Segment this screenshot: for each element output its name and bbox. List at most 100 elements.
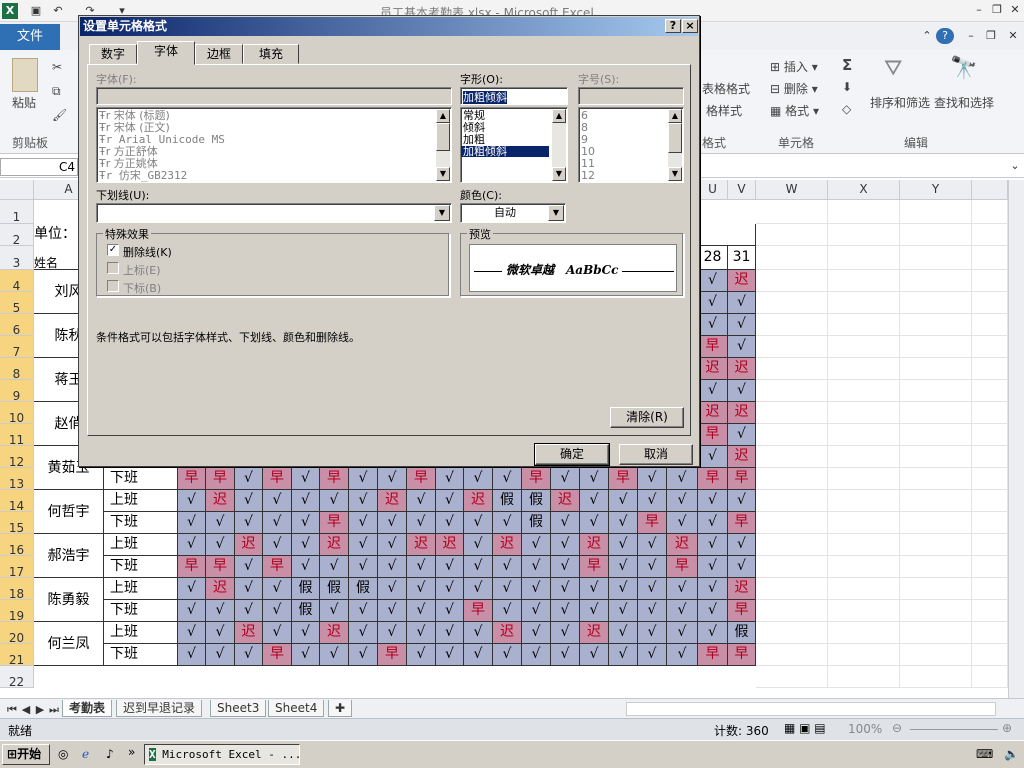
row-header[interactable]: 11 xyxy=(0,424,34,447)
font-item[interactable]: Ŧr Arial Unicode MS xyxy=(99,134,225,145)
empty-cell[interactable] xyxy=(756,424,828,446)
font-item[interactable]: Ŧr 宋体 (正文) xyxy=(99,122,170,133)
attendance-cell[interactable]: √ xyxy=(464,578,493,600)
sheet-tab-sheet3[interactable]: Sheet3 xyxy=(210,700,267,717)
attendance-cell[interactable]: √ xyxy=(551,556,580,578)
save-icon[interactable]: ▣ xyxy=(28,3,44,19)
row-header[interactable]: 17 xyxy=(0,556,34,579)
attendance-cell[interactable]: √ xyxy=(698,600,728,622)
attendance-cell[interactable]: √ xyxy=(349,468,378,490)
paste-icon[interactable] xyxy=(12,58,38,92)
attendance-cell[interactable]: √ xyxy=(580,468,609,490)
row-header[interactable]: 14 xyxy=(0,490,34,513)
attendance-cell[interactable]: 迟 xyxy=(206,490,235,512)
empty-cell[interactable] xyxy=(900,336,972,358)
empty-cell[interactable] xyxy=(828,380,900,402)
attendance-cell[interactable]: √ xyxy=(206,600,235,622)
cancel-button[interactable]: 取消 xyxy=(619,444,693,465)
attendance-cell[interactable]: √ xyxy=(728,490,756,512)
attendance-cell[interactable]: √ xyxy=(609,600,638,622)
empty-cell[interactable] xyxy=(756,644,828,666)
empty-cell[interactable] xyxy=(900,314,972,336)
attendance-cell[interactable]: 迟 xyxy=(667,534,698,556)
expand-formula-icon[interactable]: ⌄ xyxy=(1006,158,1024,174)
ok-button[interactable]: 确定 xyxy=(534,443,610,466)
empty-cell[interactable] xyxy=(972,644,1008,666)
attendance-cell[interactable]: 迟 xyxy=(378,490,407,512)
attendance-cell[interactable]: √ xyxy=(436,490,464,512)
employee-name[interactable]: 何哲宇 xyxy=(34,490,104,534)
attendance-cell[interactable]: √ xyxy=(436,600,464,622)
attendance-cell[interactable]: √ xyxy=(349,512,378,534)
column-header[interactable]: W xyxy=(756,180,828,200)
attendance-cell[interactable]: √ xyxy=(493,512,522,534)
attendance-cell[interactable]: √ xyxy=(235,600,263,622)
attendance-cell[interactable]: √ xyxy=(667,622,698,644)
attendance-cell[interactable]: √ xyxy=(436,512,464,534)
empty-cell[interactable] xyxy=(756,622,828,644)
empty-cell[interactable] xyxy=(756,200,828,224)
attendance-cell[interactable]: 迟 xyxy=(698,402,728,424)
empty-cell[interactable] xyxy=(900,246,972,270)
attendance-cell[interactable]: 迟 xyxy=(436,534,464,556)
attendance-cell[interactable]: 早 xyxy=(667,556,698,578)
empty-cell[interactable] xyxy=(756,314,828,336)
style-list[interactable]: 常规 倾斜 加粗 加粗倾斜 ▲ ▼ xyxy=(460,107,568,183)
empty-cell[interactable] xyxy=(900,468,972,490)
attendance-cell[interactable]: √ xyxy=(638,622,667,644)
style-list-scrollbar[interactable]: ▲ ▼ xyxy=(552,109,566,181)
row-header[interactable]: 6 xyxy=(0,314,34,337)
empty-cell[interactable] xyxy=(900,270,972,292)
attendance-cell[interactable]: √ xyxy=(698,314,728,336)
insert-cells-button[interactable]: ⊞ 插入 ▾ xyxy=(770,58,818,75)
attendance-cell[interactable]: 早 xyxy=(698,336,728,358)
attendance-cell[interactable]: √ xyxy=(235,468,263,490)
file-tab[interactable]: 文件 xyxy=(0,24,60,50)
delete-cells-button[interactable]: ⊟ 删除 ▾ xyxy=(770,80,818,97)
empty-cell[interactable] xyxy=(900,380,972,402)
attendance-cell[interactable]: √ xyxy=(436,556,464,578)
attendance-cell[interactable]: 早 xyxy=(698,468,728,490)
wb-minimize-icon[interactable]: – xyxy=(962,28,980,44)
empty-cell[interactable] xyxy=(900,358,972,380)
attendance-cell[interactable]: √ xyxy=(407,512,436,534)
empty-cell[interactable] xyxy=(756,446,828,468)
empty-cell[interactable] xyxy=(828,336,900,358)
font-list[interactable]: Ŧr 宋体 (标题) Ŧr 宋体 (正文) Ŧr Arial Unicode M… xyxy=(96,107,452,183)
row-header[interactable]: 1 xyxy=(0,200,34,224)
sheet-tab-sheet4[interactable]: Sheet4 xyxy=(268,700,325,717)
empty-cell[interactable] xyxy=(828,200,900,224)
shift-label[interactable]: 下班 xyxy=(104,644,178,666)
attendance-cell[interactable]: 早 xyxy=(638,512,667,534)
empty-cell[interactable] xyxy=(828,314,900,336)
restore-icon[interactable]: ❐ xyxy=(988,2,1006,18)
more-icon[interactable]: » xyxy=(128,745,135,759)
empty-cell[interactable] xyxy=(900,666,972,688)
row-header[interactable]: 7 xyxy=(0,336,34,359)
attendance-cell[interactable]: √ xyxy=(320,490,349,512)
attendance-cell[interactable]: √ xyxy=(551,644,580,666)
empty-cell[interactable] xyxy=(756,224,828,246)
font-item[interactable]: Ŧr 仿宋_GB2312 xyxy=(99,170,187,181)
empty-cell[interactable] xyxy=(900,512,972,534)
attendance-cell[interactable]: 早 xyxy=(206,556,235,578)
attendance-cell[interactable]: √ xyxy=(349,556,378,578)
sheet-tab-attendance[interactable]: 考勤表 xyxy=(62,700,113,717)
attendance-cell[interactable]: 早 xyxy=(263,468,292,490)
attendance-cell[interactable]: √ xyxy=(667,600,698,622)
attendance-cell[interactable]: 早 xyxy=(320,468,349,490)
attendance-cell[interactable]: 迟 xyxy=(493,622,522,644)
attendance-cell[interactable]: 假 xyxy=(320,578,349,600)
attendance-cell[interactable]: √ xyxy=(728,336,756,358)
empty-cell[interactable] xyxy=(828,666,900,688)
empty-cell[interactable] xyxy=(900,534,972,556)
empty-cell[interactable] xyxy=(972,270,1008,292)
scroll-down-icon[interactable]: ▼ xyxy=(552,167,566,181)
attendance-cell[interactable]: √ xyxy=(178,512,206,534)
attendance-cell[interactable]: √ xyxy=(609,556,638,578)
attendance-cell[interactable]: √ xyxy=(349,644,378,666)
empty-cell[interactable] xyxy=(972,578,1008,600)
keyboard-icon[interactable]: ⌨ xyxy=(976,747,993,761)
format-cells-button[interactable]: ▦ 格式 ▾ xyxy=(770,102,819,119)
view-normal-icon[interactable]: ▦ ▣ ▤ xyxy=(784,721,826,735)
